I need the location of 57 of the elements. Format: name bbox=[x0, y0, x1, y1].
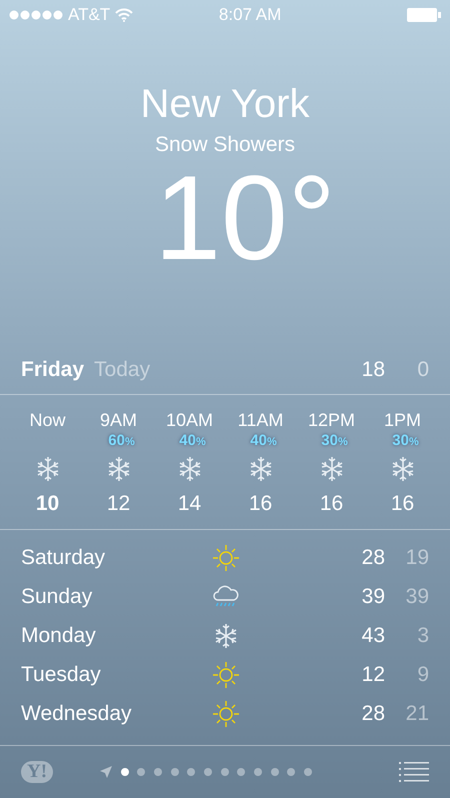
hour-temperature: 16 bbox=[320, 491, 344, 517]
sun-icon bbox=[212, 700, 240, 728]
current-temperature: 10° bbox=[154, 158, 336, 278]
snowflake-icon bbox=[248, 456, 272, 482]
day-name: Friday bbox=[21, 357, 84, 384]
hour-label: 11AM bbox=[238, 409, 284, 431]
high-temperature: 28 bbox=[362, 700, 385, 727]
hour-temperature: 16 bbox=[248, 491, 272, 517]
hour-label: 9AM bbox=[100, 409, 137, 431]
city-name: New York bbox=[140, 81, 310, 128]
high-temperature: 43 bbox=[362, 622, 385, 649]
precipitation-chance: 30% bbox=[321, 430, 348, 451]
hour-label: 1PM bbox=[384, 409, 421, 431]
hour-temperature: 10 bbox=[36, 491, 60, 517]
low-temperature: 39 bbox=[404, 584, 429, 610]
sun-icon bbox=[212, 660, 240, 688]
hour-temperature: 16 bbox=[390, 491, 414, 517]
sun-icon bbox=[212, 544, 240, 572]
low-temperature: 3 bbox=[416, 622, 429, 649]
hour-temperature: 14 bbox=[178, 491, 202, 517]
low-temperature: 21 bbox=[404, 700, 429, 727]
snowflake-icon bbox=[36, 456, 60, 482]
day-name: Wednesday bbox=[21, 700, 133, 727]
precipitation-chance: 30% bbox=[392, 430, 419, 451]
day-name: Monday bbox=[21, 622, 97, 649]
day-name: Tuesday bbox=[21, 662, 102, 688]
brand-logo[interactable]: Y! bbox=[21, 761, 54, 783]
snowflake-icon bbox=[320, 456, 344, 482]
snowflake-icon bbox=[214, 622, 238, 648]
precipitation-chance: 40% bbox=[250, 430, 277, 451]
weather-condition: Snow Showers bbox=[154, 132, 296, 158]
low-temperature: 0 bbox=[416, 357, 429, 384]
snowflake-icon bbox=[106, 456, 130, 482]
hour-label: 12PM bbox=[308, 409, 356, 431]
hour-label: 10AM bbox=[166, 409, 214, 431]
today-label: Today bbox=[94, 357, 150, 384]
precipitation-chance: 60% bbox=[108, 430, 135, 451]
precipitation-chance: 40% bbox=[179, 430, 206, 451]
location-arrow-icon bbox=[100, 766, 112, 778]
day-name: Saturday bbox=[21, 544, 106, 571]
battery-icon bbox=[407, 8, 441, 22]
list-icon[interactable] bbox=[399, 762, 429, 782]
high-temperature: 39 bbox=[362, 584, 385, 610]
hour-label: Now bbox=[29, 409, 66, 431]
hour-temperature: 12 bbox=[106, 491, 130, 517]
snowflake-icon bbox=[178, 456, 202, 482]
low-temperature: 19 bbox=[404, 544, 429, 571]
high-temperature: 28 bbox=[362, 544, 385, 571]
high-temperature: 12 bbox=[362, 662, 385, 688]
day-name: Sunday bbox=[21, 584, 94, 610]
high-temperature: 18 bbox=[362, 357, 385, 384]
signal-icon bbox=[9, 10, 63, 20]
low-temperature: 9 bbox=[416, 662, 429, 688]
carrier-name: AT&T bbox=[68, 4, 110, 26]
snowflake-icon bbox=[390, 456, 414, 482]
clock-time: 8:07 AM bbox=[218, 4, 282, 26]
wifi-icon bbox=[115, 8, 134, 22]
